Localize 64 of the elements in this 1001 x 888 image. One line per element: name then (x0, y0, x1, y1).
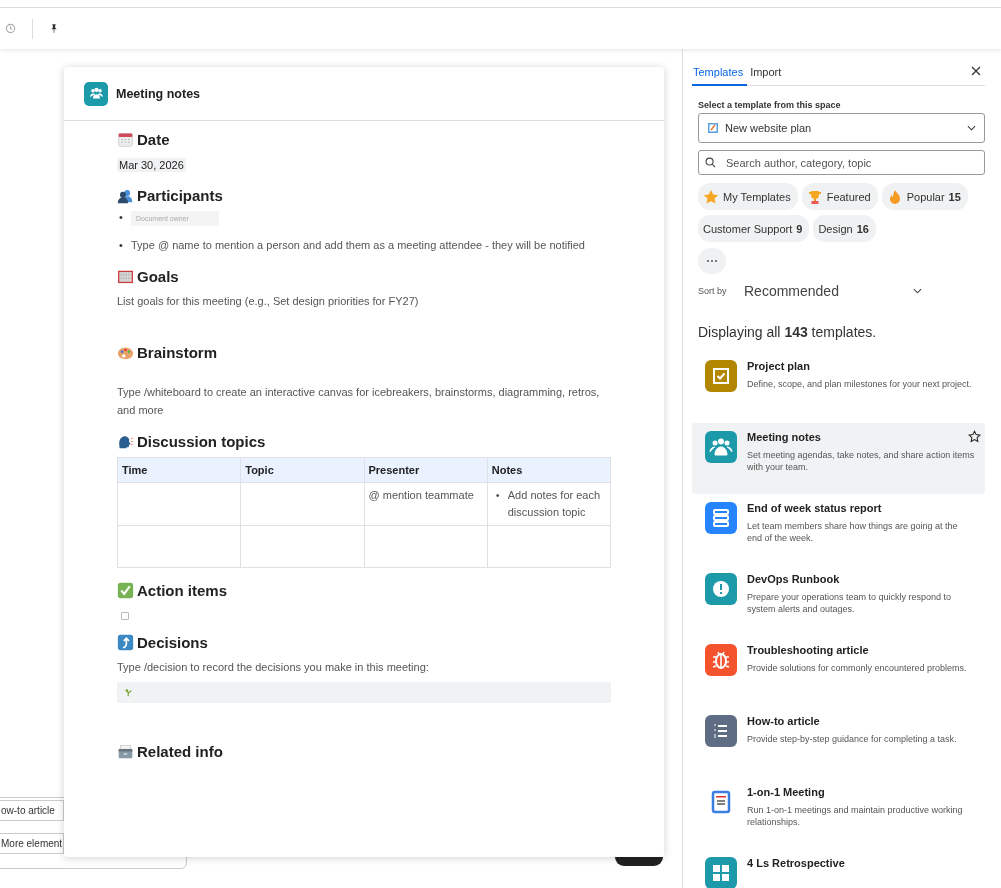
document-title: Meeting notes (116, 86, 201, 101)
memo-icon (707, 122, 719, 134)
file-box-icon (117, 743, 134, 760)
section-heading: Goals (137, 268, 179, 285)
palette-icon (117, 344, 134, 361)
template-item[interactable]: Troubleshooting article Provide solutions for commonly encountered problems. (692, 636, 985, 707)
column-header: Notes (487, 457, 611, 483)
search-field[interactable]: Search author, category, topic (698, 150, 985, 175)
template-item[interactable]: 1-on-1 Meeting Run 1-on-1 meetings and maintain productive working relationships. (692, 778, 985, 849)
paragraph: Type /whiteboard to create an interactive canvas for icebreakers, brainstorms, diagramming, retros, and more (117, 385, 601, 418)
template-item[interactable]: DevOps Runbook Prepare your operations team to quickly respond to system alerts and outages. (692, 565, 985, 636)
column-header: Topic (240, 457, 364, 483)
calendar-icon (117, 131, 134, 148)
template-item[interactable]: Project plan Define, scope, and plan milestones for your next project. (692, 352, 985, 423)
branch-icon (125, 688, 133, 697)
bullet-marker: • (119, 211, 124, 223)
sort-select[interactable]: Recommended (744, 283, 922, 299)
sort-label: Sort by (698, 286, 728, 296)
more-button[interactable]: ⋯ (698, 248, 726, 274)
paragraph: Type /decision to record the decisions you make in this meeting: (117, 660, 430, 675)
tab[interactable]: Import (749, 62, 786, 86)
section-heading: Related info (137, 743, 223, 760)
section-heading: Date (137, 131, 170, 148)
table-cell: • Add notes for each discussion topic (487, 482, 611, 526)
element-button[interactable]: More element (0, 833, 64, 854)
column-header: Presenter (364, 457, 488, 483)
paragraph: List goals for this meeting (e.g., Set design priorities for FY27) (117, 294, 420, 309)
floating-button[interactable] (615, 857, 663, 866)
star-icon (703, 188, 719, 205)
field-label: Select a template from this space (698, 100, 842, 110)
close-icon[interactable] (971, 65, 981, 76)
element-button[interactable]: ow-to article (0, 800, 64, 821)
filter-chip[interactable]: Featured (801, 183, 878, 210)
people-icon (117, 187, 134, 204)
section-heading: Participants (137, 187, 223, 204)
speaking-head-icon (117, 433, 134, 450)
results-summary: Displaying all 143 templates. (698, 324, 878, 340)
star-icon[interactable] (968, 430, 981, 443)
template-item[interactable]: End of week status report Let team members share how things are going at the end of the week. (692, 494, 985, 565)
template-item[interactable]: How-to article Provide step-by-step guidance for completing a task. (692, 707, 985, 778)
section-heading: Discussion topics (137, 433, 266, 450)
section-heading: Action items (137, 582, 227, 599)
check-mark-icon (117, 582, 134, 599)
filter-chip[interactable]: Design 16 (813, 215, 876, 242)
chevron-down-icon (913, 288, 922, 294)
template-item[interactable]: Meeting notes Set meeting agendas, take notes, and share action items with your team. (692, 423, 985, 494)
space-select[interactable]: New website plan (698, 113, 985, 143)
filter-chip[interactable]: My Templates (698, 183, 798, 210)
tab[interactable]: Templates (692, 62, 748, 86)
section-heading: Brainstorm (137, 344, 218, 361)
task-checkbox[interactable] (121, 612, 129, 620)
template-item[interactable]: 4 Ls Retrospective (692, 849, 985, 888)
section-heading: Decisions (137, 634, 208, 651)
goal-net-icon (117, 268, 134, 285)
trophy-icon (806, 188, 823, 205)
people-icon (84, 81, 108, 106)
table-cell: @ mention teammate (364, 482, 488, 526)
filter-chip[interactable]: Popular 15 (881, 183, 968, 210)
bullet-text: Type @ name to mention a person and add them as a meeting attendee - they will be notified (131, 239, 585, 251)
filter-chip[interactable]: Customer Support 9 (698, 215, 810, 242)
bullet-marker: • (119, 239, 124, 251)
column-header: Time (117, 457, 241, 483)
chevron-down-icon (967, 125, 976, 131)
date-chip[interactable]: Mar 30, 2026 (117, 158, 186, 172)
